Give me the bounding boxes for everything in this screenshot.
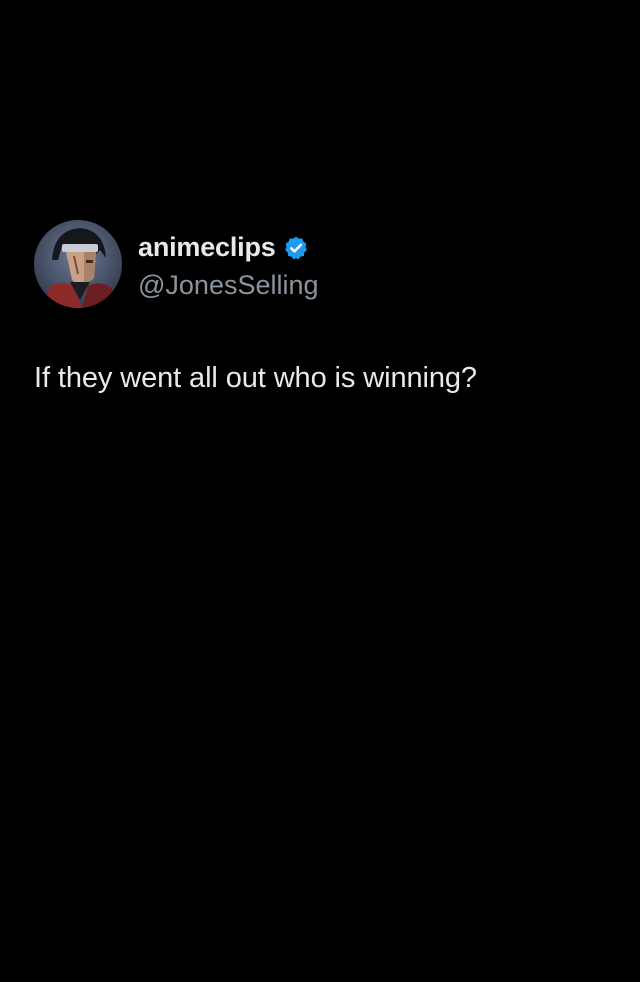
name-row: animeclips: [138, 228, 319, 268]
tweet-header: animeclips @JonesSelling: [34, 220, 614, 308]
avatar-image: [34, 220, 122, 308]
verified-badge-icon: [283, 235, 309, 261]
author-identity: animeclips @JonesSelling: [138, 228, 319, 301]
author-handle[interactable]: @JonesSelling: [138, 270, 319, 301]
author-display-name[interactable]: animeclips: [138, 232, 276, 263]
avatar[interactable]: [34, 220, 122, 308]
tweet-text: If they went all out who is winning?: [34, 362, 477, 394]
tweet-card[interactable]: animeclips @JonesSelling If they went al…: [34, 220, 614, 395]
screen: animeclips @JonesSelling If they went al…: [0, 0, 640, 982]
